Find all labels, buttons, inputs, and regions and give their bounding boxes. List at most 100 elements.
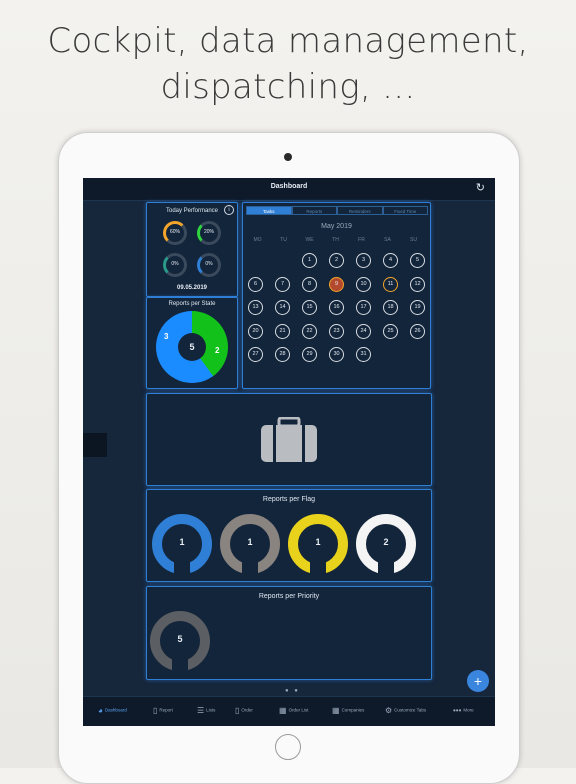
- gauge-3: 0%: [163, 253, 187, 277]
- app-screen: Dashboard ↻ Today Performance i 60% 20% …: [83, 178, 495, 726]
- calendar-day-22[interactable]: 22: [302, 323, 317, 339]
- tabbar-order[interactable]: ▯ Order: [235, 706, 253, 715]
- tabbar-order-label: Order: [241, 707, 253, 713]
- order-list-icon: ▦: [279, 706, 287, 715]
- calendar-day-15[interactable]: 15: [302, 300, 317, 315]
- weekday-sa: SA: [384, 237, 391, 243]
- calendar-day-13[interactable]: 13: [248, 300, 263, 315]
- gauge-4: 0%: [197, 253, 221, 277]
- tabbar-customize-tabs-label: Customize Tabs: [394, 707, 427, 713]
- tab-tasks[interactable]: Tasks: [246, 206, 292, 215]
- tabbar-dashboard-label: Dashboard: [104, 707, 127, 713]
- calendar-day-29[interactable]: 29: [302, 347, 317, 362]
- weekday-mo: MO: [253, 237, 262, 243]
- weekday-we: WE: [305, 237, 314, 243]
- calendar-day-17[interactable]: 17: [356, 300, 371, 315]
- flag-ring-2-value: 1: [247, 537, 253, 547]
- calendar-day-10[interactable]: 10: [356, 276, 371, 292]
- calendar-day-26[interactable]: 26: [410, 323, 425, 339]
- headline-line-1: Cockpit, data management,: [47, 21, 529, 61]
- calendar-day-11[interactable]: 11: [383, 276, 398, 292]
- calendar-day-20[interactable]: 20: [248, 323, 263, 339]
- performance-date: 09.05.2019: [176, 285, 208, 291]
- calendar-month: May 2019: [321, 223, 352, 230]
- calendar-day-4[interactable]: 4: [383, 253, 398, 268]
- tabbar-report[interactable]: ▯ Report: [153, 706, 173, 715]
- calendar-day-18[interactable]: 18: [383, 300, 398, 315]
- calendar-day-2[interactable]: 2: [329, 253, 344, 268]
- calendar-day-9[interactable]: 9: [329, 276, 344, 292]
- app-title: Dashboard: [270, 183, 308, 190]
- calendar-panel: Tasks Reports Reminders Fixed Time May 2…: [242, 202, 431, 389]
- calendar-day-30[interactable]: 30: [329, 347, 344, 362]
- calendar-day-6[interactable]: 6: [248, 276, 263, 292]
- calendar-day-24[interactable]: 24: [356, 323, 371, 339]
- reports-per-priority-title: Reports per Priority: [258, 593, 320, 600]
- gauge-1-value: 60%: [169, 229, 180, 235]
- title-bar: Dashboard ↻: [83, 178, 495, 201]
- tablet-frame: Dashboard ↻ Today Performance i 60% 20% …: [58, 132, 520, 784]
- tabbar-order-list-label: Order List: [288, 707, 309, 713]
- calendar-day-8[interactable]: 8: [302, 276, 317, 292]
- refresh-icon[interactable]: ↻: [476, 181, 485, 194]
- reports-per-priority-panel[interactable]: Reports per Priority 5: [146, 586, 432, 680]
- calendar-day-5[interactable]: 5: [410, 253, 425, 268]
- calendar-day-12[interactable]: 12: [410, 276, 425, 292]
- priority-ring-gap: [172, 659, 188, 673]
- gauge-2-value: 20%: [203, 229, 214, 235]
- calendar-day-23[interactable]: 23: [329, 323, 344, 339]
- tabbar-report-label: Report: [159, 707, 173, 713]
- calendar-day-19[interactable]: 19: [410, 300, 425, 315]
- reports-per-flag-panel[interactable]: Reports per Flag 1 1 1 2: [146, 489, 432, 582]
- reports-per-state-title: Reports per State: [168, 301, 216, 307]
- flag-ring-1-value: 1: [179, 537, 185, 547]
- page-indicator[interactable]: ● ●: [285, 688, 300, 694]
- lists-icon: ☰: [197, 706, 205, 715]
- tab-fixed-time[interactable]: Fixed Time: [382, 206, 428, 215]
- flag-ring-1-gap: [174, 562, 190, 576]
- companies-icon: ▦: [332, 706, 340, 715]
- more-icon: •••: [453, 706, 462, 715]
- calendar-day-27[interactable]: 27: [248, 347, 263, 362]
- headline: Cockpit, data management, dispatching, .…: [0, 18, 576, 110]
- calendar-day-28[interactable]: 28: [275, 347, 290, 362]
- calendar-day-16[interactable]: 16: [329, 300, 344, 315]
- gauge-1: 60%: [163, 221, 187, 245]
- side-handle[interactable]: [83, 433, 107, 457]
- tabbar-more-label: More: [463, 707, 474, 713]
- calendar-day-7[interactable]: 7: [275, 276, 290, 292]
- tabbar-more[interactable]: ••• More: [453, 706, 474, 715]
- info-icon[interactable]: i: [224, 205, 234, 215]
- plus-icon[interactable]: +: [467, 670, 489, 692]
- order-icon: ▯: [235, 706, 240, 715]
- calendar-day-31[interactable]: 31: [356, 347, 371, 362]
- calendar-day-3[interactable]: 3: [356, 253, 371, 268]
- camera: [284, 153, 292, 161]
- headline-line-2: dispatching, ...: [160, 67, 416, 107]
- calendar-day-1[interactable]: 1: [302, 253, 317, 268]
- calendar-tabs: Tasks Reports Reminders Fixed Time: [246, 206, 428, 215]
- priority-ring-value: 5: [177, 634, 183, 644]
- flag-ring-4-value: 2: [383, 537, 389, 547]
- home-button[interactable]: [275, 734, 301, 760]
- reports-per-state-panel[interactable]: Reports per State 5 3 2: [146, 297, 238, 389]
- gauge-4-value: 0%: [205, 261, 213, 267]
- tab-reports[interactable]: Reports: [291, 206, 337, 215]
- weekday-tu: TU: [280, 237, 287, 243]
- tab-reminders[interactable]: Reminders: [337, 206, 383, 215]
- tabbar-customize-tabs[interactable]: ⚙ Customize Tabs: [385, 706, 426, 715]
- calendar-day-25[interactable]: 25: [383, 323, 398, 339]
- calendar-day-14[interactable]: 14: [275, 300, 290, 315]
- tabbar-companies-label: Companies: [341, 707, 365, 713]
- briefcase-panel[interactable]: [146, 393, 432, 486]
- calendar-day-21[interactable]: 21: [275, 323, 290, 339]
- reports-per-flag-title: Reports per Flag: [262, 496, 316, 503]
- tab-bar: ◕ Dashboard ▯ Report ☰ Lists ▯ Order ▦ Order …: [83, 696, 495, 726]
- flag-ring-2-gap: [242, 562, 258, 576]
- tabbar-companies[interactable]: ▦ Companies: [332, 706, 364, 715]
- tabbar-lists[interactable]: ☰ Lists: [197, 706, 215, 715]
- tabbar-dashboard[interactable]: ◕ Dashboard: [98, 706, 127, 715]
- flag-ring-4-gap: [378, 562, 394, 576]
- tabbar-order-list[interactable]: ▦ Order List: [279, 706, 308, 715]
- today-performance-panel[interactable]: Today Performance i 60% 20% 0% 0% 09.05.…: [146, 202, 238, 297]
